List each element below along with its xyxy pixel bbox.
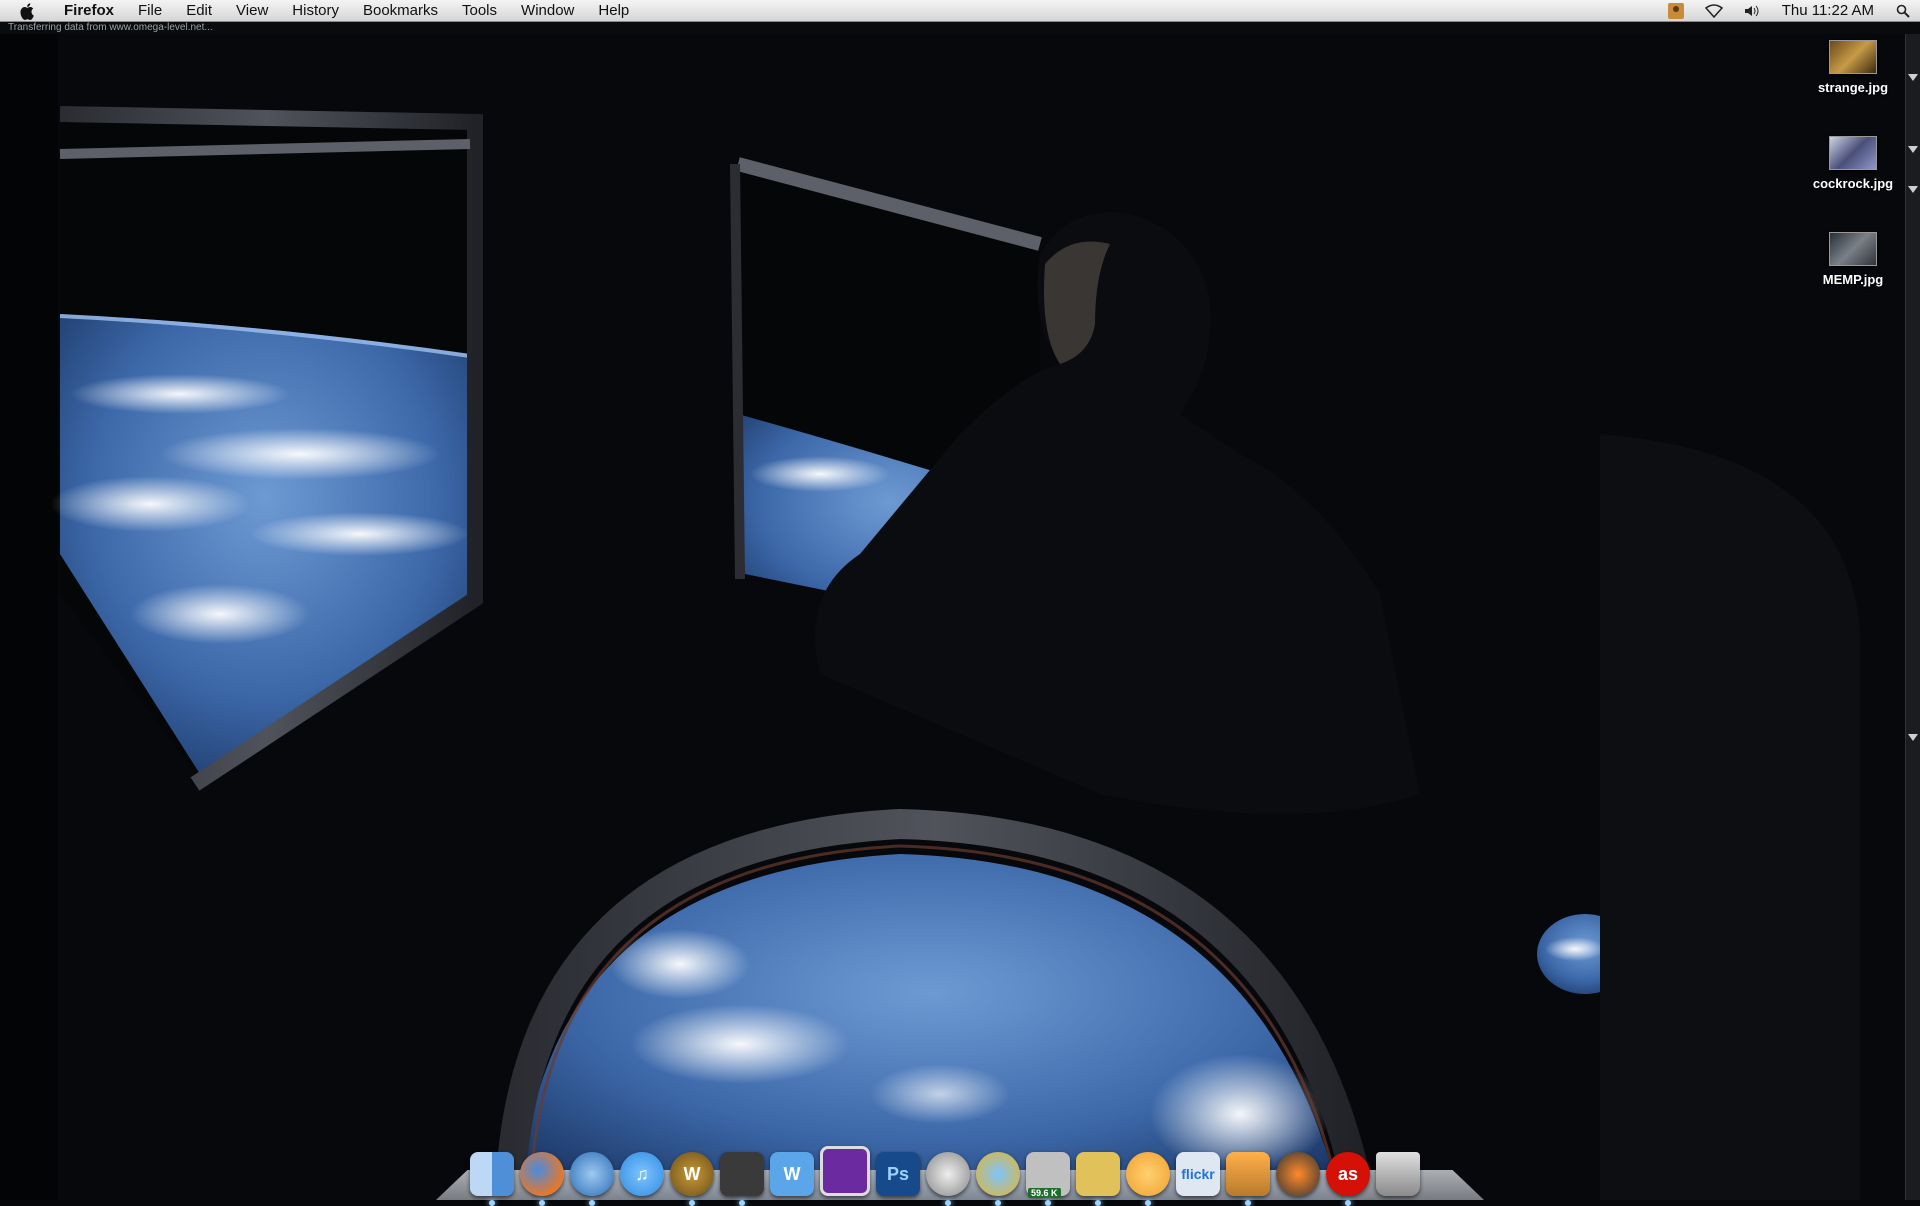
- dock-wow-icon[interactable]: W: [670, 1152, 714, 1206]
- dock-burn-icon[interactable]: [1276, 1152, 1320, 1196]
- dock-download-badge: 59.6 K: [1028, 1188, 1061, 1198]
- desktop-file-memp[interactable]: MEMP.jpg: [1798, 232, 1908, 287]
- desktop-wallpaper: [0, 34, 1920, 1200]
- menu-history[interactable]: History: [280, 0, 351, 21]
- scroll-arrow-icon[interactable]: [1908, 146, 1918, 153]
- dock-flickr-icon[interactable]: flickr: [1176, 1152, 1220, 1196]
- dock-chat-icon[interactable]: [926, 1152, 970, 1206]
- dock-network-icon[interactable]: [976, 1152, 1020, 1206]
- spotlight-search-icon[interactable]: [1896, 4, 1910, 18]
- dock-item-glyph: W: [783, 1163, 801, 1184]
- menu-bookmarks[interactable]: Bookmarks: [351, 0, 450, 21]
- dock-purple-app-icon[interactable]: [820, 1146, 870, 1196]
- window-edge-scrollbar[interactable]: [1905, 34, 1920, 1200]
- apple-menu-icon[interactable]: [18, 2, 38, 20]
- image-file-icon: [1829, 40, 1877, 74]
- menu-window[interactable]: Window: [509, 0, 586, 21]
- scroll-arrow-icon[interactable]: [1908, 734, 1918, 741]
- menu-file[interactable]: File: [126, 0, 174, 21]
- user-avatar-icon[interactable]: [1667, 2, 1684, 19]
- dock-trash-icon[interactable]: [1376, 1152, 1420, 1196]
- dock-itunes-icon[interactable]: ♫: [620, 1152, 664, 1196]
- dock-item-glyph: as: [1337, 1163, 1359, 1184]
- wifi-icon[interactable]: [1704, 3, 1724, 18]
- dock-transmit-icon[interactable]: [1076, 1152, 1120, 1206]
- dock-lastfm-icon[interactable]: as: [1326, 1152, 1370, 1206]
- desktop-file-label: cockrock.jpg: [1812, 176, 1894, 191]
- scroll-arrow-icon[interactable]: [1908, 74, 1918, 81]
- dock-item-glyph: flickr: [1181, 1166, 1215, 1182]
- scroll-arrow-icon[interactable]: [1908, 186, 1918, 193]
- desktop-file-strange[interactable]: strange.jpg: [1798, 40, 1908, 95]
- dock-item-glyph: Ps: [886, 1163, 910, 1184]
- dock-growl-icon[interactable]: [1126, 1152, 1170, 1206]
- dock-firefox-icon[interactable]: [520, 1152, 564, 1206]
- dock-finder-icon[interactable]: [470, 1152, 514, 1206]
- dock-item-glyph: ♫: [635, 1163, 649, 1184]
- dock: ♫ W W Ps 59.6 K flickr as: [436, 1138, 1484, 1206]
- menu-clock[interactable]: Thu 11:22 AM: [1770, 2, 1886, 19]
- menu-view[interactable]: View: [224, 0, 280, 21]
- volume-icon[interactable]: [1744, 4, 1760, 18]
- desktop-file-cockrock[interactable]: cockrock.jpg: [1798, 136, 1908, 191]
- dock-adium-icon[interactable]: [720, 1152, 764, 1206]
- firefox-status-text: Transferring data from www.omega-level.n…: [0, 22, 1920, 34]
- menu-tools[interactable]: Tools: [450, 0, 509, 21]
- menu-app-name[interactable]: Firefox: [52, 0, 126, 21]
- dock-thunderbird-icon[interactable]: [570, 1152, 614, 1206]
- image-file-icon: [1829, 136, 1877, 170]
- dock-word-icon[interactable]: W: [770, 1152, 814, 1196]
- desktop-file-label: strange.jpg: [1817, 80, 1889, 95]
- image-file-icon: [1829, 232, 1877, 266]
- desktop-file-label: MEMP.jpg: [1822, 272, 1884, 287]
- menu-bar: Firefox File Edit View History Bookmarks…: [0, 0, 1920, 22]
- dock-items: ♫ W W Ps 59.6 K flickr as: [470, 1138, 1420, 1206]
- dock-download-icon[interactable]: 59.6 K: [1026, 1152, 1070, 1206]
- menu-edit[interactable]: Edit: [174, 0, 224, 21]
- menu-help[interactable]: Help: [586, 0, 641, 21]
- dock-iphoto-icon[interactable]: [1226, 1152, 1270, 1206]
- dock-photoshop-icon[interactable]: Ps: [876, 1152, 920, 1196]
- dock-item-glyph: W: [683, 1163, 701, 1184]
